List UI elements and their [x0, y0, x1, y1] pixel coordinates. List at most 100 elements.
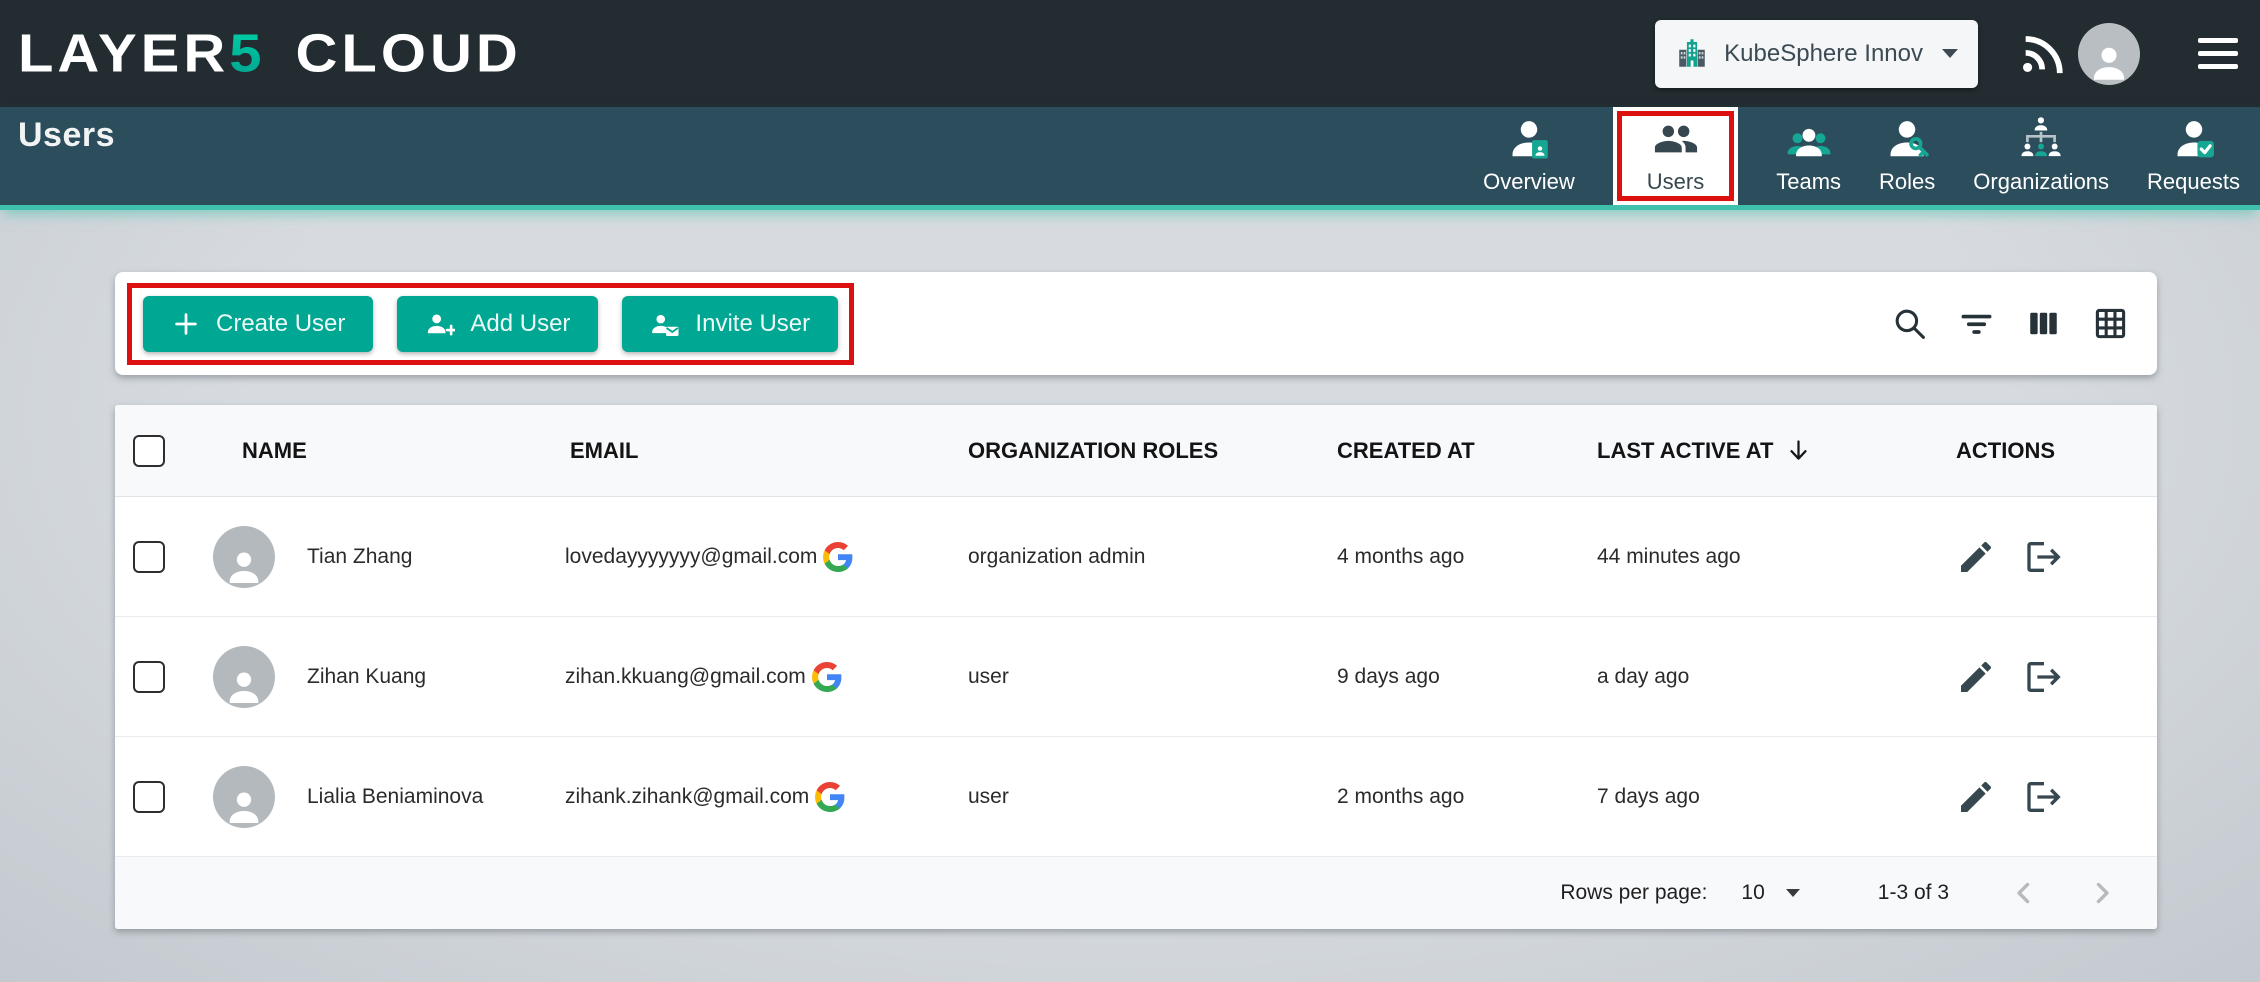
last-active-value: 44 minutes ago	[1597, 545, 1741, 569]
cell-checkbox	[115, 781, 200, 813]
header-cell-checkbox	[115, 435, 200, 467]
cell-checkbox	[115, 541, 200, 573]
select-all-checkbox[interactable]	[133, 435, 165, 467]
nav-tabs: Overview Users Teams Roles	[1483, 107, 2240, 205]
button-label: Add User	[470, 310, 570, 338]
rows-per-page-label: Rows per page:	[1560, 881, 1707, 905]
column-header-last-active[interactable]: LAST ACTIVE AT	[1597, 438, 1773, 464]
add-user-button[interactable]: Add User	[397, 296, 598, 352]
header-cell-name: NAME	[200, 438, 555, 464]
cell-org-roles: organization admin	[955, 545, 1320, 569]
org-roles-value: organization admin	[968, 545, 1145, 569]
app-header: LAYER5CLOUD KubeSphere Innov	[0, 0, 2260, 107]
chevron-down-icon	[1942, 49, 1958, 58]
org-roles-value: user	[968, 665, 1009, 689]
person-mail-icon	[650, 309, 680, 339]
search-icon[interactable]	[1891, 305, 1928, 342]
annotation-box-user-buttons: Create User Add User Invite User	[127, 283, 854, 365]
cell-name: Lialia Beniaminova	[200, 766, 555, 828]
plus-icon	[171, 309, 201, 339]
users-table: NAME EMAIL ORGANIZATION ROLES CREATED AT…	[115, 405, 2157, 929]
cell-actions	[1930, 777, 2157, 817]
column-header-name[interactable]: NAME	[242, 438, 307, 464]
column-header-email[interactable]: EMAIL	[570, 438, 638, 464]
user-email: zihank.zihank@gmail.com	[565, 785, 809, 809]
remove-user-icon[interactable]	[2024, 777, 2064, 817]
logo-text-layer: LAYER	[18, 23, 229, 85]
tab-organizations[interactable]: Organizations	[1973, 107, 2109, 205]
remove-user-icon[interactable]	[2024, 537, 2064, 577]
rss-icon[interactable]	[2018, 31, 2064, 77]
person-icon	[224, 668, 264, 708]
layer5-cloud-logo[interactable]: LAYER5CLOUD	[18, 23, 522, 85]
google-icon	[812, 662, 842, 692]
user-email: lovedayyyyyyy@gmail.com	[565, 545, 817, 569]
header-cell-created-at: CREATED AT	[1320, 438, 1580, 464]
cell-checkbox	[115, 661, 200, 693]
last-active-value: 7 days ago	[1597, 785, 1700, 809]
tab-requests[interactable]: Requests	[2147, 107, 2240, 205]
cell-last-active: 44 minutes ago	[1580, 545, 1930, 569]
cell-org-roles: user	[955, 785, 1320, 809]
tab-teams[interactable]: Teams	[1776, 107, 1841, 205]
create-user-button[interactable]: Create User	[143, 296, 373, 352]
chevron-down-icon	[1786, 889, 1800, 897]
remove-user-icon[interactable]	[2024, 657, 2064, 697]
users-navbar: Users Overview Users Teams	[0, 107, 2260, 210]
row-checkbox[interactable]	[133, 661, 165, 693]
table-header-row: NAME EMAIL ORGANIZATION ROLES CREATED AT…	[115, 405, 2157, 497]
tab-label: Roles	[1879, 169, 1935, 195]
columns-icon[interactable]	[2025, 305, 2062, 342]
next-page-icon[interactable]	[2085, 876, 2119, 910]
organization-name: KubeSphere Innov	[1724, 40, 1923, 68]
row-checkbox[interactable]	[133, 781, 165, 813]
row-checkbox[interactable]	[133, 541, 165, 573]
avatar	[213, 526, 275, 588]
tab-label: Organizations	[1973, 169, 2109, 195]
header-actions: KubeSphere Innov	[1655, 20, 2238, 88]
person-check-icon	[2171, 116, 2217, 162]
table-row: Zihan Kuang zihan.kkuang@gmail.com user …	[115, 617, 2157, 737]
google-icon	[823, 542, 853, 572]
invite-user-button[interactable]: Invite User	[622, 296, 838, 352]
button-label: Create User	[216, 310, 345, 338]
cell-created-at: 4 months ago	[1320, 545, 1580, 569]
sort-desc-arrow-icon[interactable]	[1785, 437, 1812, 464]
person-icon	[224, 788, 264, 828]
created-at-value: 2 months ago	[1337, 785, 1464, 809]
user-name: Tian Zhang	[307, 545, 412, 569]
edit-icon[interactable]	[1956, 777, 1996, 817]
avatar	[213, 766, 275, 828]
table-row: Tian Zhang lovedayyyyyyy@gmail.com organ…	[115, 497, 2157, 617]
filter-icon[interactable]	[1958, 305, 1995, 342]
table-row: Lialia Beniaminova zihank.zihank@gmail.c…	[115, 737, 2157, 857]
cell-name: Tian Zhang	[200, 526, 555, 588]
tab-label: Teams	[1776, 169, 1841, 195]
tab-overview[interactable]: Overview	[1483, 107, 1575, 205]
google-icon	[815, 782, 845, 812]
rows-per-page-select[interactable]: 10	[1741, 881, 1799, 905]
pagination-range: 1-3 of 3	[1878, 881, 1949, 905]
edit-icon[interactable]	[1956, 537, 1996, 577]
button-label: Invite User	[695, 310, 810, 338]
main-content: Create User Add User Invite User	[0, 272, 2260, 929]
tab-roles[interactable]: Roles	[1879, 107, 1935, 205]
tab-users[interactable]: Users	[1613, 107, 1738, 205]
column-header-created-at[interactable]: CREATED AT	[1337, 438, 1475, 464]
cell-email: lovedayyyyyyy@gmail.com	[555, 542, 955, 572]
column-header-org-roles[interactable]: ORGANIZATION ROLES	[968, 438, 1218, 464]
user-email: zihan.kkuang@gmail.com	[565, 665, 806, 689]
organization-selector[interactable]: KubeSphere Innov	[1655, 20, 1978, 88]
user-avatar[interactable]	[2078, 23, 2140, 85]
rows-per-page-value: 10	[1741, 881, 1764, 905]
avatar	[213, 646, 275, 708]
header-cell-actions: ACTIONS	[1930, 438, 2157, 464]
org-roles-value: user	[968, 785, 1009, 809]
column-header-actions: ACTIONS	[1956, 438, 2055, 464]
cell-last-active: a day ago	[1580, 665, 1930, 689]
menu-icon[interactable]	[2198, 38, 2238, 69]
logo-text-cloud: CLOUD	[296, 23, 522, 85]
grid-view-icon[interactable]	[2092, 305, 2129, 342]
previous-page-icon[interactable]	[2007, 876, 2041, 910]
edit-icon[interactable]	[1956, 657, 1996, 697]
